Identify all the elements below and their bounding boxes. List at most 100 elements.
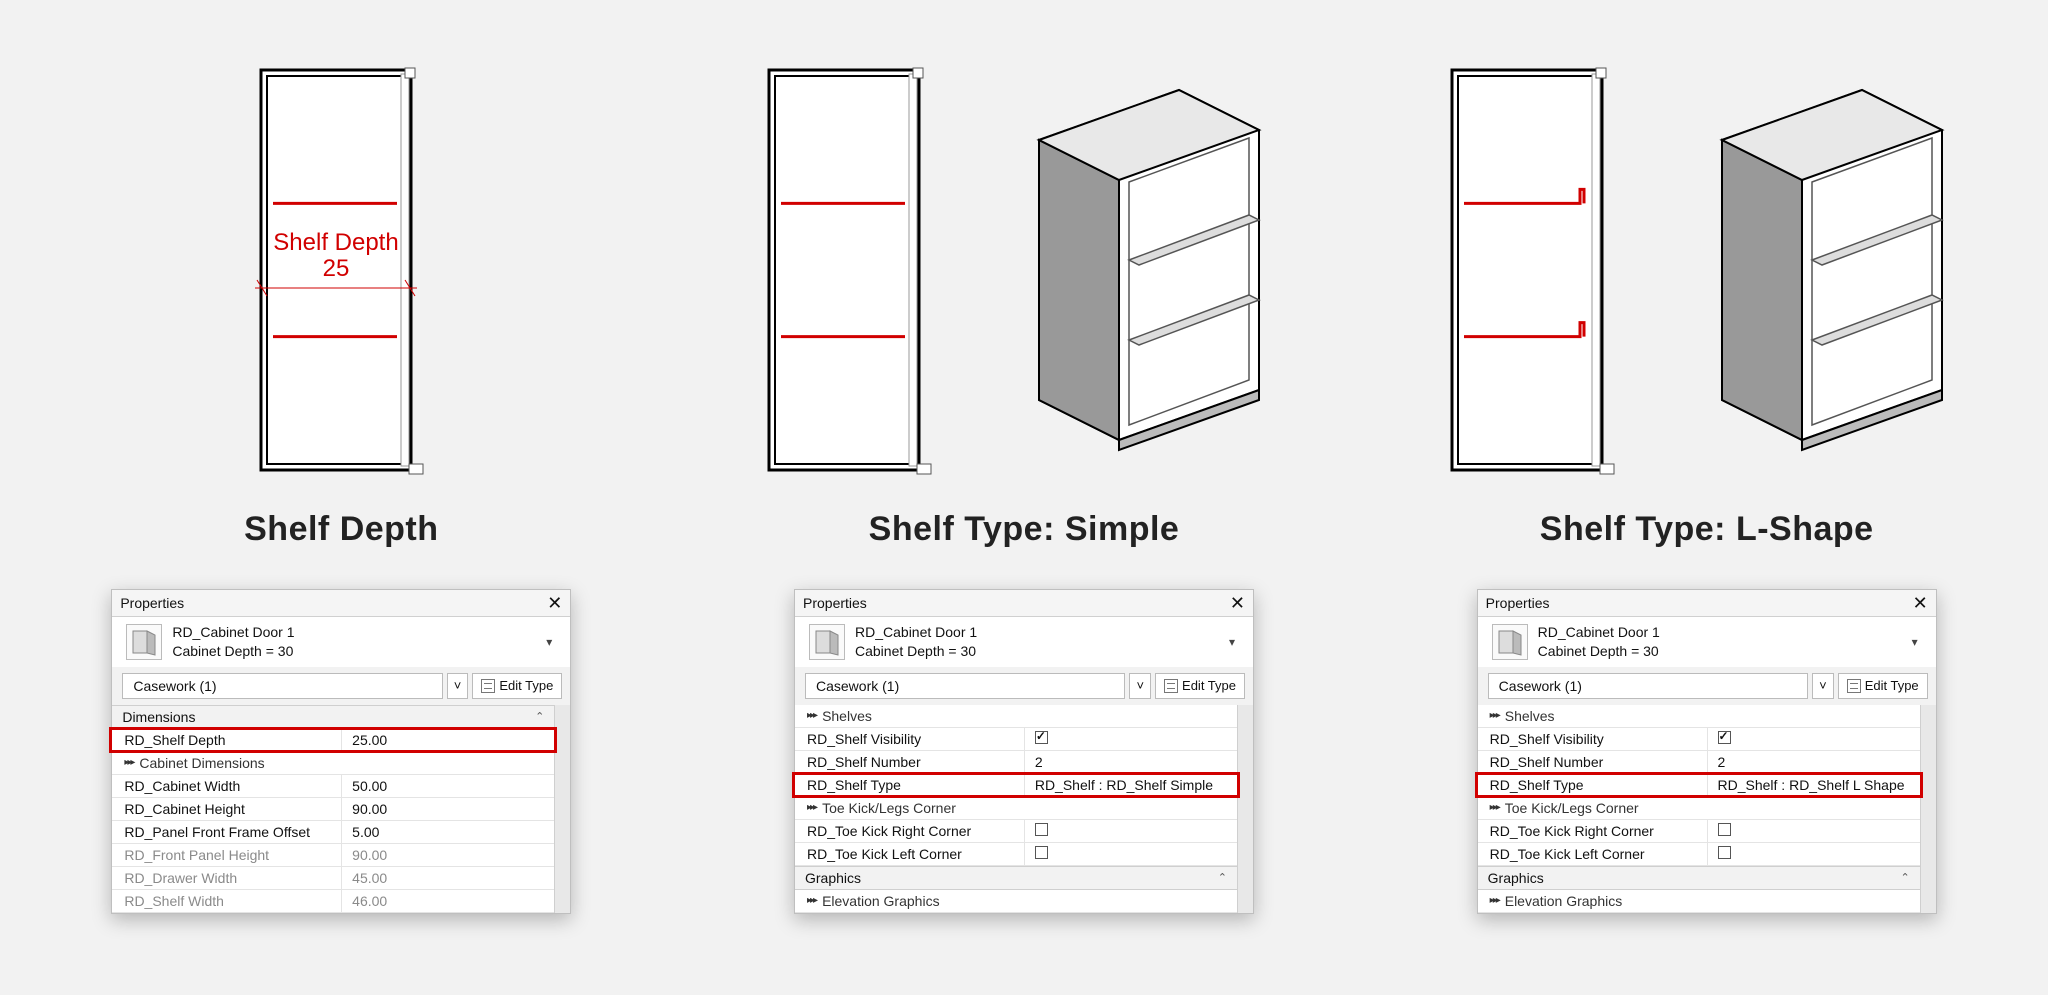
- property-row[interactable]: RD_Toe Kick Left Corner: [1478, 843, 1920, 866]
- cabinet-isometric-view: [979, 60, 1299, 480]
- property-value[interactable]: 45.00: [342, 867, 554, 889]
- type-selector-row[interactable]: RD_Cabinet Door 1Cabinet Depth = 30 ▾: [795, 617, 1253, 667]
- cabinet-front-elevation: [749, 60, 939, 480]
- figure-caption: Shelf Type: Simple: [869, 510, 1180, 549]
- property-value[interactable]: [1708, 728, 1920, 750]
- checkbox-icon[interactable]: [1035, 731, 1048, 744]
- property-group-header[interactable]: Graphics⌃: [795, 866, 1237, 890]
- property-value[interactable]: [1025, 843, 1237, 865]
- property-subgroup-header[interactable]: ▸▸▸Toe Kick/Legs Corner: [795, 797, 1237, 820]
- type-thumbnail-icon: [1492, 624, 1528, 660]
- type-label: RD_Cabinet Door 1Cabinet Depth = 30: [172, 623, 294, 661]
- chevron-down-icon[interactable]: ˅: [1129, 673, 1151, 699]
- checkbox-icon[interactable]: [1718, 846, 1731, 859]
- property-name: RD_Drawer Width: [112, 867, 342, 889]
- panel-titlebar: Properties ✕: [112, 590, 570, 617]
- chevron-down-icon[interactable]: ▾: [1229, 635, 1239, 649]
- checkbox-icon[interactable]: [1035, 823, 1048, 836]
- drawing-area: Shelf Depth25: [231, 50, 451, 480]
- property-name: RD_Shelf Visibility: [1478, 728, 1708, 750]
- chevron-down-icon[interactable]: ▾: [546, 635, 556, 649]
- svg-text:Shelf Depth: Shelf Depth: [274, 229, 399, 256]
- property-value[interactable]: 5.00: [342, 821, 554, 843]
- close-icon[interactable]: ✕: [1913, 594, 1928, 612]
- property-row[interactable]: RD_Shelf Type RD_Shelf : RD_Shelf L Shap…: [1478, 774, 1920, 797]
- property-value[interactable]: RD_Shelf : RD_Shelf L Shape: [1708, 774, 1920, 796]
- property-name: RD_Cabinet Width: [112, 775, 342, 797]
- property-row[interactable]: RD_Toe Kick Right Corner: [1478, 820, 1920, 843]
- property-name: RD_Front Panel Height: [112, 844, 342, 866]
- property-value[interactable]: 90.00: [342, 844, 554, 866]
- scrollbar[interactable]: [1920, 705, 1936, 913]
- property-row[interactable]: RD_Shelf Number 2: [1478, 751, 1920, 774]
- edit-type-button[interactable]: Edit Type: [1155, 673, 1245, 699]
- scrollbar[interactable]: [554, 705, 570, 913]
- category-selector[interactable]: Casework (1): [805, 673, 1125, 699]
- property-name: RD_Toe Kick Right Corner: [1478, 820, 1708, 842]
- panel-title: Properties: [803, 595, 867, 611]
- category-selector[interactable]: Casework (1): [122, 673, 442, 699]
- property-subgroup-header[interactable]: ▸▸▸Shelves: [1478, 705, 1920, 728]
- chevron-down-icon[interactable]: ˅: [1812, 673, 1834, 699]
- property-group-header[interactable]: Graphics⌃: [1478, 866, 1920, 890]
- edit-type-icon: [1847, 679, 1861, 693]
- property-row[interactable]: RD_Shelf Visibility: [795, 728, 1237, 751]
- property-value[interactable]: [1025, 820, 1237, 842]
- property-group-header[interactable]: Dimensions⌃: [112, 705, 554, 729]
- type-selector-row[interactable]: RD_Cabinet Door 1Cabinet Depth = 30 ▾: [112, 617, 570, 667]
- property-row[interactable]: RD_Drawer Width 45.00: [112, 867, 554, 890]
- property-row[interactable]: RD_Front Panel Height 90.00: [112, 844, 554, 867]
- property-value[interactable]: [1708, 843, 1920, 865]
- property-subgroup-header[interactable]: ▸▸▸Elevation Graphics: [795, 890, 1237, 913]
- properties-panel: Properties ✕ RD_Cabinet Door 1Cabinet De…: [111, 589, 571, 914]
- property-value[interactable]: 90.00: [342, 798, 554, 820]
- property-row[interactable]: RD_Shelf Number 2: [795, 751, 1237, 774]
- close-icon[interactable]: ✕: [1230, 594, 1245, 612]
- edit-type-button[interactable]: Edit Type: [1838, 673, 1928, 699]
- property-row[interactable]: RD_Panel Front Frame Offset 5.00: [112, 821, 554, 844]
- property-subgroup-header[interactable]: ▸▸▸Shelves: [795, 705, 1237, 728]
- chevron-down-icon[interactable]: ˅: [447, 673, 469, 699]
- property-row[interactable]: RD_Shelf Type RD_Shelf : RD_Shelf Simple: [795, 774, 1237, 797]
- properties-panel: Properties ✕ RD_Cabinet Door 1Cabinet De…: [1477, 589, 1937, 914]
- property-name: RD_Shelf Width: [112, 890, 342, 912]
- property-value[interactable]: 46.00: [342, 890, 554, 912]
- property-row[interactable]: RD_Shelf Visibility: [1478, 728, 1920, 751]
- checkbox-icon[interactable]: [1035, 846, 1048, 859]
- property-row[interactable]: RD_Toe Kick Right Corner: [795, 820, 1237, 843]
- checkbox-icon[interactable]: [1718, 823, 1731, 836]
- property-subgroup-header[interactable]: ▸▸▸Cabinet Dimensions: [112, 752, 554, 775]
- type-selector-row[interactable]: RD_Cabinet Door 1Cabinet Depth = 30 ▾: [1478, 617, 1936, 667]
- type-thumbnail-icon: [809, 624, 845, 660]
- cabinet-isometric-view: [1662, 60, 1982, 480]
- figure-caption: Shelf Type: L-Shape: [1540, 510, 1874, 549]
- cabinet-front-elevation: Shelf Depth25: [231, 60, 451, 480]
- property-row[interactable]: RD_Shelf Width 46.00: [112, 890, 554, 913]
- properties-panel: Properties ✕ RD_Cabinet Door 1Cabinet De…: [794, 589, 1254, 914]
- property-value[interactable]: RD_Shelf : RD_Shelf Simple: [1025, 774, 1237, 796]
- category-selector[interactable]: Casework (1): [1488, 673, 1808, 699]
- property-subgroup-header[interactable]: ▸▸▸Toe Kick/Legs Corner: [1478, 797, 1920, 820]
- property-value[interactable]: 50.00: [342, 775, 554, 797]
- property-name: RD_Shelf Number: [1478, 751, 1708, 773]
- property-subgroup-header[interactable]: ▸▸▸Elevation Graphics: [1478, 890, 1920, 913]
- property-value[interactable]: [1025, 728, 1237, 750]
- property-name: RD_Shelf Visibility: [795, 728, 1025, 750]
- edit-type-button[interactable]: Edit Type: [472, 673, 562, 699]
- checkbox-icon[interactable]: [1718, 731, 1731, 744]
- property-value[interactable]: [1708, 820, 1920, 842]
- property-row[interactable]: RD_Shelf Depth 25.00: [112, 729, 554, 752]
- panel-title: Properties: [1486, 595, 1550, 611]
- property-row[interactable]: RD_Toe Kick Left Corner: [795, 843, 1237, 866]
- property-value[interactable]: 2: [1025, 751, 1237, 773]
- property-value[interactable]: 2: [1708, 751, 1920, 773]
- property-row[interactable]: RD_Cabinet Width 50.00: [112, 775, 554, 798]
- close-icon[interactable]: ✕: [547, 594, 562, 612]
- property-row[interactable]: RD_Cabinet Height 90.00: [112, 798, 554, 821]
- edit-type-icon: [481, 679, 495, 693]
- type-label: RD_Cabinet Door 1Cabinet Depth = 30: [855, 623, 977, 661]
- chevron-down-icon[interactable]: ▾: [1912, 635, 1922, 649]
- panel-titlebar: Properties ✕: [795, 590, 1253, 617]
- scrollbar[interactable]: [1237, 705, 1253, 913]
- property-value[interactable]: 25.00: [342, 729, 554, 751]
